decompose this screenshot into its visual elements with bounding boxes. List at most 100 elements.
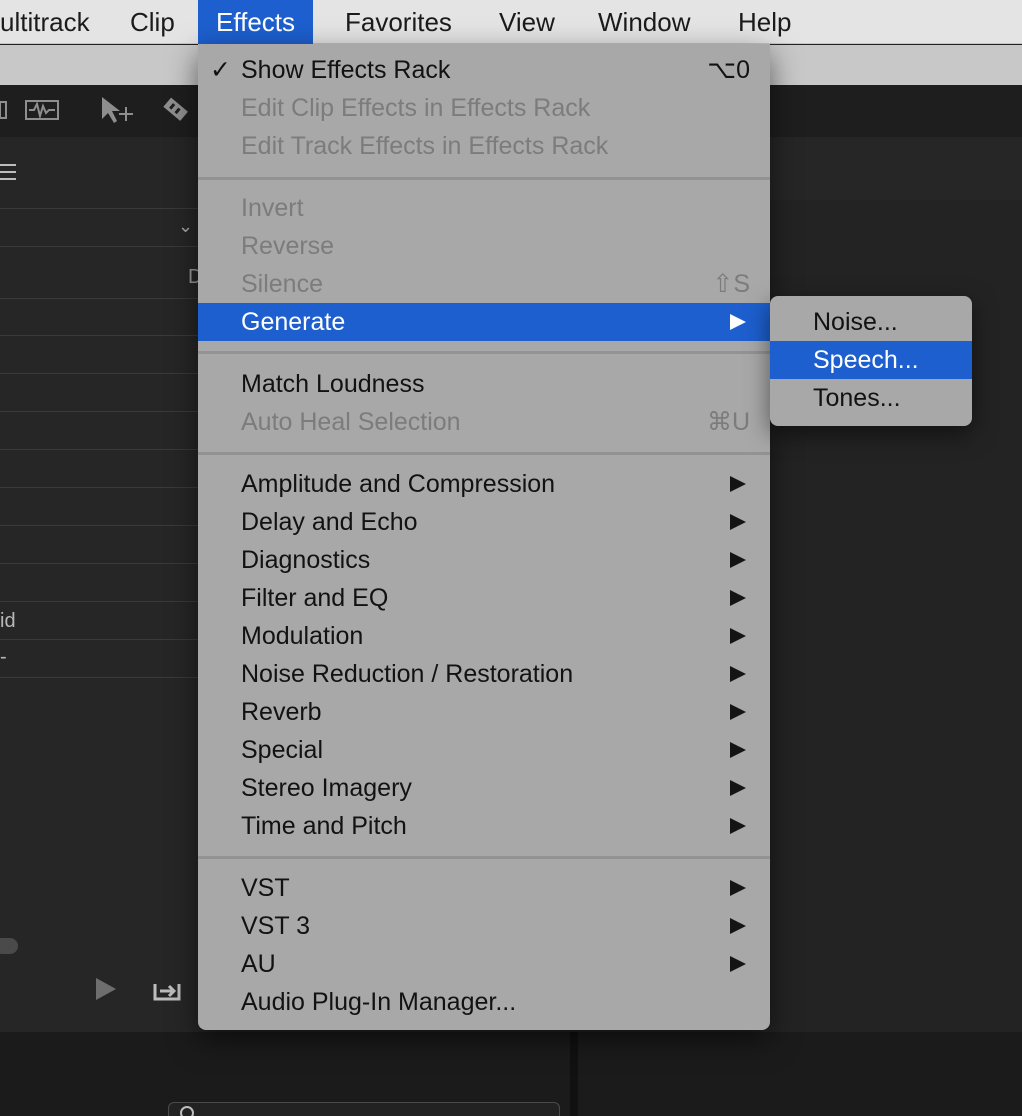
submenu-arrow-icon	[730, 552, 746, 568]
menu-item-label: Speech...	[813, 346, 919, 374]
menu-item-show-effects-rack[interactable]: ✓ Show Effects Rack ⌥0	[198, 51, 770, 89]
menu-item-label: VST	[241, 874, 290, 902]
menu-item-delay-echo[interactable]: Delay and Echo	[198, 503, 770, 541]
checkmark-icon: ✓	[210, 56, 231, 84]
menu-item-label: Modulation	[241, 622, 364, 650]
toolbar-icon-partial[interactable]	[0, 92, 10, 128]
scrollbar-thumb[interactable]	[0, 938, 18, 954]
row-divider	[0, 335, 200, 336]
play-icon[interactable]	[96, 978, 116, 1000]
menu-help[interactable]: Help	[738, 0, 791, 44]
menu-item-label: Edit Clip Effects in Effects Rack	[241, 94, 591, 122]
menu-item-label: Edit Track Effects in Effects Rack	[241, 132, 609, 160]
submenu-arrow-icon	[730, 742, 746, 758]
menu-item-label: VST 3	[241, 912, 311, 940]
menu-item-label: Show Effects Rack	[241, 56, 451, 84]
menu-clip[interactable]: Clip	[130, 0, 175, 44]
menu-item-special[interactable]: Special	[198, 731, 770, 769]
panel-divider	[0, 208, 200, 209]
shortcut-label: ⇧S	[712, 270, 750, 298]
menu-item-reverse[interactable]: Reverse	[198, 227, 770, 265]
app-window: ⌄ D id - ultitrack Clip Effects Favorite…	[0, 0, 1022, 1116]
razor-tool-icon[interactable]	[156, 92, 194, 128]
panel-divider	[0, 246, 200, 247]
menu-item-label: Invert	[241, 194, 304, 222]
row-divider	[0, 525, 200, 526]
menu-item-edit-clip-effects[interactable]: Edit Clip Effects in Effects Rack	[198, 89, 770, 127]
row-divider	[0, 449, 200, 450]
row-divider	[0, 411, 200, 412]
menu-item-vst3[interactable]: VST 3	[198, 907, 770, 945]
panel-splitter[interactable]	[570, 1032, 578, 1116]
submenu-arrow-icon	[730, 314, 746, 330]
menu-separator	[198, 177, 770, 180]
row-divider	[0, 487, 200, 488]
export-icon[interactable]	[152, 978, 182, 1002]
submenu-item-tones[interactable]: Tones...	[770, 379, 972, 417]
list-item[interactable]: -	[0, 646, 7, 669]
menu-item-label: Delay and Echo	[241, 508, 418, 536]
menu-favorites[interactable]: Favorites	[345, 0, 452, 44]
menu-window[interactable]: Window	[598, 0, 690, 44]
menu-item-auto-heal[interactable]: Auto Heal Selection ⌘U	[198, 403, 770, 441]
menu-item-label: Audio Plug-In Manager...	[241, 988, 517, 1016]
row-divider	[0, 373, 200, 374]
menu-separator	[198, 351, 770, 354]
waveform-view-icon[interactable]	[24, 92, 60, 128]
menu-item-filter-eq[interactable]: Filter and EQ	[198, 579, 770, 617]
submenu-arrow-icon	[730, 780, 746, 796]
menu-item-au[interactable]: AU	[198, 945, 770, 983]
menu-item-label: AU	[241, 950, 276, 978]
menu-item-stereo-imagery[interactable]: Stereo Imagery	[198, 769, 770, 807]
submenu-item-noise[interactable]: Noise...	[770, 303, 972, 341]
submenu-arrow-icon	[730, 666, 746, 682]
menu-item-amplitude-compression[interactable]: Amplitude and Compression	[198, 465, 770, 503]
menu-item-time-pitch[interactable]: Time and Pitch	[198, 807, 770, 845]
menu-item-edit-track-effects[interactable]: Edit Track Effects in Effects Rack	[198, 127, 770, 165]
list-item[interactable]: id	[0, 610, 16, 633]
menu-item-generate[interactable]: Generate	[198, 303, 770, 341]
submenu-arrow-icon	[730, 704, 746, 720]
menu-item-label: Reverb	[241, 698, 322, 726]
menu-item-vst[interactable]: VST	[198, 869, 770, 907]
menu-item-noise-reduction[interactable]: Noise Reduction / Restoration	[198, 655, 770, 693]
menu-effects[interactable]: Effects	[198, 0, 314, 44]
menu-item-silence[interactable]: Silence ⇧S	[198, 265, 770, 303]
menu-item-label: Match Loudness	[241, 370, 425, 398]
files-panel	[0, 137, 200, 1032]
menu-item-label: Generate	[241, 308, 346, 336]
submenu-arrow-icon	[730, 514, 746, 530]
row-divider	[0, 677, 200, 678]
submenu-arrow-icon	[730, 818, 746, 834]
menu-item-label: Noise Reduction / Restoration	[241, 660, 574, 688]
menu-multitrack[interactable]: ultitrack	[0, 0, 90, 44]
search-icon	[180, 1106, 194, 1116]
menu-item-label: Diagnostics	[241, 546, 371, 574]
submenu-arrow-icon	[730, 476, 746, 492]
menu-item-label: Auto Heal Selection	[241, 408, 461, 436]
menu-item-diagnostics[interactable]: Diagnostics	[198, 541, 770, 579]
menu-item-label: Filter and EQ	[241, 584, 389, 612]
chevron-down-icon[interactable]: ⌄	[178, 216, 193, 237]
menu-item-plugin-manager[interactable]: Audio Plug-In Manager...	[198, 983, 770, 1021]
menu-separator	[198, 856, 770, 859]
menu-view[interactable]: View	[499, 0, 555, 44]
shortcut-label: ⌘U	[706, 408, 750, 436]
move-tool-icon[interactable]	[98, 92, 138, 128]
submenu-item-speech[interactable]: Speech...	[770, 341, 972, 379]
menu-item-reverb[interactable]: Reverb	[198, 693, 770, 731]
submenu-arrow-icon	[730, 918, 746, 934]
row-divider	[0, 601, 200, 602]
search-input[interactable]	[168, 1102, 560, 1116]
menu-item-modulation[interactable]: Modulation	[198, 617, 770, 655]
row-divider	[0, 298, 200, 299]
row-divider	[0, 563, 200, 564]
shortcut-label: ⌥0	[707, 56, 750, 84]
submenu-arrow-icon	[730, 590, 746, 606]
panel-menu-icon[interactable]	[0, 164, 18, 184]
menu-item-match-loudness[interactable]: Match Loudness	[198, 365, 770, 403]
menu-item-label: Special	[241, 736, 323, 764]
submenu-arrow-icon	[730, 628, 746, 644]
menu-item-label: Noise...	[813, 308, 898, 336]
menu-item-invert[interactable]: Invert	[198, 189, 770, 227]
